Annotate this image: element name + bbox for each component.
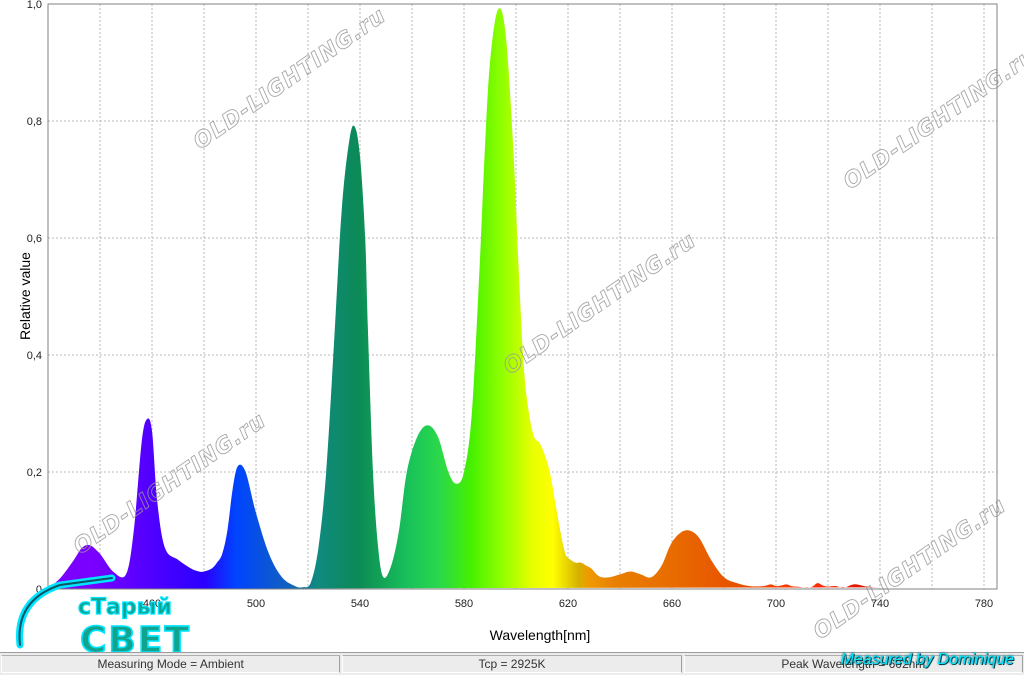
x-tick-label: 660 bbox=[663, 598, 681, 610]
x-tick-label: 620 bbox=[559, 598, 577, 610]
x-tick-label: 500 bbox=[247, 598, 265, 610]
x-tick-label: 740 bbox=[871, 598, 889, 610]
y-tick-label: 1,0 bbox=[27, 0, 42, 11]
watermark-text: OLD-LIGHTING.ru bbox=[809, 493, 1011, 645]
x-tick-label: 780 bbox=[975, 598, 993, 610]
x-axis-title: Wavelength[nm] bbox=[490, 627, 591, 643]
spectrum-chart: OLD-LIGHTING.ru OLD-LIGHTING.ru OLD-LIGHTI… bbox=[16, 0, 1024, 652]
logo-text-line1: сТарый bbox=[78, 595, 172, 620]
watermark-text: OLD-LIGHTING.ru bbox=[499, 228, 701, 380]
status-tcp: Tcp = 2925K bbox=[342, 655, 682, 673]
y-tick-label: 0,8 bbox=[27, 116, 42, 128]
watermark-text: OLD-LIGHTING.ru bbox=[189, 3, 391, 155]
x-tick-label: 540 bbox=[351, 598, 369, 610]
y-tick-label: 0,2 bbox=[27, 467, 42, 479]
x-tick-label: 700 bbox=[767, 598, 785, 610]
spectrum-area-layer bbox=[48, 8, 880, 589]
spectrum-area bbox=[48, 8, 880, 589]
credit-text: Measured by Dominique bbox=[840, 651, 1014, 668]
x-tick-label: 580 bbox=[455, 598, 473, 610]
y-axis-title: Relative value bbox=[17, 252, 33, 340]
status-measuring-mode: Measuring Mode = Ambient bbox=[1, 655, 341, 673]
logo-text-line2: СВЕТ bbox=[80, 620, 191, 652]
y-tick-label: 0,6 bbox=[27, 233, 42, 245]
y-tick-label: 0,4 bbox=[27, 350, 42, 362]
